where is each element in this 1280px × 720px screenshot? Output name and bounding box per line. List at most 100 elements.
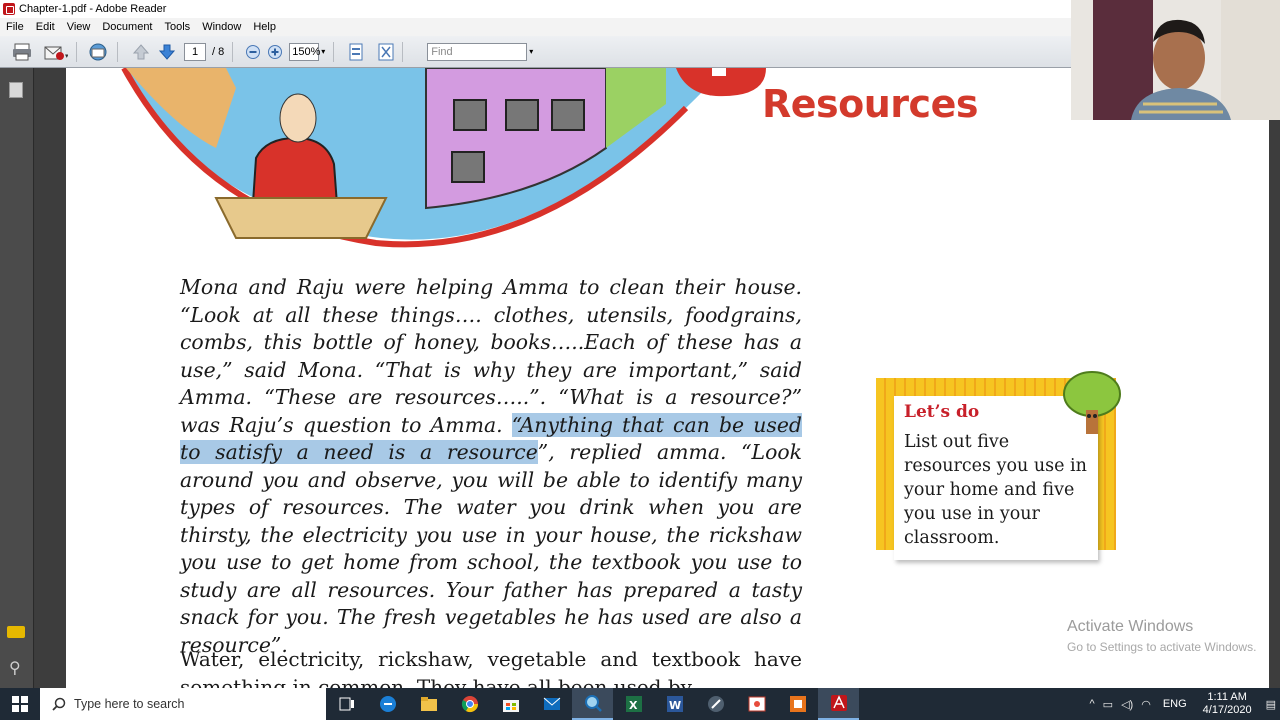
menu-help[interactable]: Help xyxy=(247,21,282,33)
envelope-settings-icon: ▾ xyxy=(44,46,68,60)
excel-icon: X xyxy=(625,696,642,712)
task-view-button[interactable] xyxy=(326,688,367,720)
taskbar-clock[interactable]: 1:11 AM 4/17/2020 xyxy=(1203,691,1252,717)
toolbar-separator xyxy=(117,41,118,62)
fit-page-icon xyxy=(349,43,363,60)
adobe-reader-icon xyxy=(3,3,15,15)
activate-windows-title: Activate Windows xyxy=(1067,618,1194,635)
paint-icon xyxy=(748,696,765,712)
previous-page-button[interactable] xyxy=(132,41,150,63)
network-icon[interactable]: ◠ xyxy=(1141,698,1151,711)
adobe-reader-taskbar-icon xyxy=(830,695,847,711)
toolbar-separator xyxy=(333,41,335,62)
menu-edit[interactable]: Edit xyxy=(30,21,61,33)
toolbar-separator xyxy=(402,41,404,62)
body-paragraph: Water, electricity, rickshaw, vegetable … xyxy=(180,647,802,688)
taskbar-search-app[interactable] xyxy=(572,688,613,720)
menu-tools[interactable]: Tools xyxy=(159,21,197,33)
taskbar-edge[interactable] xyxy=(367,688,408,720)
email-button[interactable]: ▾ xyxy=(44,41,68,63)
story-text-part2: ”, replied amma. “Look around you and ob… xyxy=(180,440,802,657)
full-screen-button[interactable] xyxy=(378,41,394,63)
story-paragraph: Mona and Raju were helping Amma to clean… xyxy=(180,274,802,659)
zoom-in-icon xyxy=(268,44,283,59)
activate-windows-subtitle: Go to Settings to activate Windows. xyxy=(1067,640,1257,654)
pen-tool-icon xyxy=(707,696,724,712)
taskbar-search-box[interactable]: Type here to search xyxy=(40,688,326,720)
zoom-in-button[interactable] xyxy=(267,41,283,63)
taskbar-mail[interactable] xyxy=(531,688,572,720)
svg-text:W: W xyxy=(669,699,681,712)
taskbar-file-explorer[interactable] xyxy=(408,688,449,720)
menu-document[interactable]: Document xyxy=(96,21,158,33)
lets-do-body: List out five resources you use in your … xyxy=(904,432,1087,548)
tray-chevron-icon[interactable]: ^ xyxy=(1090,698,1095,710)
find-dropdown-icon[interactable]: ▾ xyxy=(529,47,533,56)
start-button[interactable] xyxy=(0,688,40,720)
full-screen-icon xyxy=(378,43,394,60)
webcam-overlay xyxy=(1071,0,1280,120)
taskbar-paint[interactable] xyxy=(736,688,777,720)
zoom-level-input[interactable]: 150% xyxy=(289,42,320,61)
comments-panel-icon[interactable] xyxy=(7,626,25,638)
lets-do-box: Let’s do List out five resources you use… xyxy=(876,371,1121,560)
presenter-video xyxy=(1071,0,1280,120)
chapter-illustration xyxy=(121,68,766,248)
arrow-down-icon xyxy=(158,44,176,60)
globe-review-icon xyxy=(89,43,107,60)
printer-icon xyxy=(13,43,31,60)
magnifier-app-icon xyxy=(584,695,602,712)
task-view-icon xyxy=(339,697,354,711)
taskbar-chrome[interactable] xyxy=(449,688,490,720)
attachments-paperclip-icon[interactable]: ⚲ xyxy=(9,658,21,678)
taskbar-powerpoint[interactable] xyxy=(777,688,818,720)
menu-view[interactable]: View xyxy=(61,21,97,33)
clock-time: 1:11 AM xyxy=(1207,691,1247,703)
windows-taskbar: Type here to search X W ^ ▭ ◁) ◠ ENG 1:1… xyxy=(0,688,1280,720)
arrow-up-icon xyxy=(132,43,150,59)
search-icon xyxy=(52,697,66,711)
mail-icon xyxy=(543,697,560,710)
taskbar-adobe-reader[interactable] xyxy=(818,688,859,720)
taskbar-pen-app[interactable] xyxy=(695,688,736,720)
svg-text:X: X xyxy=(629,699,638,712)
toolbar-separator xyxy=(76,41,77,62)
volume-icon[interactable]: ◁) xyxy=(1121,698,1133,711)
taskbar-word[interactable]: W xyxy=(654,688,695,720)
next-page-button[interactable] xyxy=(158,41,176,63)
orange-app-icon xyxy=(789,696,806,712)
page-total: / 8 xyxy=(212,45,225,58)
collaborate-button[interactable] xyxy=(87,41,109,63)
find-input[interactable]: Find xyxy=(427,42,528,61)
zoom-out-icon xyxy=(246,44,261,59)
page-number-input[interactable]: 1 xyxy=(184,42,206,61)
print-button[interactable] xyxy=(12,41,32,63)
window-title: Chapter-1.pdf - Adobe Reader xyxy=(19,3,167,15)
zoom-dropdown-icon[interactable]: ▾ xyxy=(321,47,325,56)
svg-text:▾: ▾ xyxy=(65,53,68,60)
word-icon: W xyxy=(666,696,683,712)
chapter-heading: Resources xyxy=(762,82,978,126)
toolbar-separator xyxy=(232,41,234,62)
windows-logo-icon xyxy=(12,696,28,712)
zoom-out-button[interactable] xyxy=(245,41,261,63)
pdf-page: Resources Mona and Raju were helping Amm… xyxy=(66,68,1269,688)
system-tray: ^ ▭ ◁) ◠ ENG 1:11 AM 4/17/2020 ▤ xyxy=(1086,688,1280,720)
store-bag-icon xyxy=(502,700,519,712)
search-placeholder: Type here to search xyxy=(74,697,185,711)
language-indicator[interactable]: ENG xyxy=(1163,698,1187,710)
menu-file[interactable]: File xyxy=(0,21,30,33)
fit-page-button[interactable] xyxy=(348,41,364,63)
notifications-icon[interactable]: ▤ xyxy=(1266,698,1276,711)
chrome-icon xyxy=(461,696,478,713)
lets-do-title: Let’s do xyxy=(904,402,980,422)
taskbar-excel[interactable]: X xyxy=(613,688,654,720)
document-viewport[interactable]: Resources Mona and Raju were helping Amm… xyxy=(35,68,1280,688)
clock-date: 4/17/2020 xyxy=(1202,704,1252,716)
navigation-pane: ⚲ xyxy=(0,68,34,688)
pages-panel-icon[interactable] xyxy=(9,82,23,98)
taskbar-store[interactable] xyxy=(490,688,531,720)
battery-icon[interactable]: ▭ xyxy=(1103,698,1113,711)
menu-window[interactable]: Window xyxy=(196,21,247,33)
tree-mascot-icon xyxy=(1063,371,1121,434)
